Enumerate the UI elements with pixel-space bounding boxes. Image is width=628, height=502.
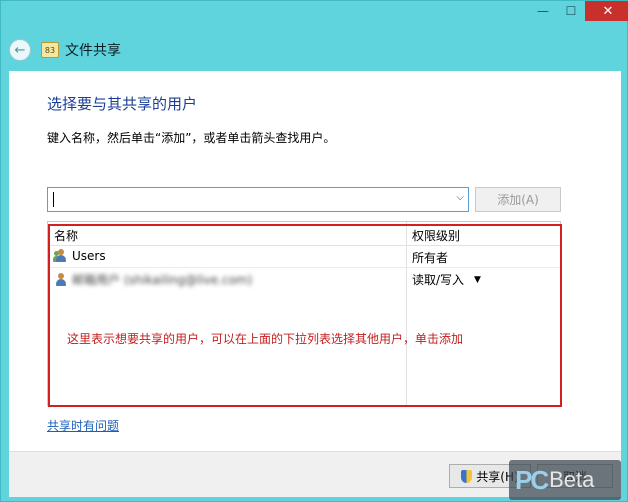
- window-controls: — ☐ ✕: [529, 1, 628, 21]
- text-cursor: [53, 192, 54, 207]
- watermark-pc: PC: [515, 464, 549, 495]
- annotation-highlight-box: [48, 224, 562, 407]
- uac-shield-icon: [461, 469, 473, 483]
- page-heading: 选择要与其共享的用户: [47, 95, 198, 113]
- file-sharing-icon: 83: [41, 42, 59, 58]
- pcbeta-watermark-logo: PC Beta: [509, 460, 621, 500]
- chevron-down-icon[interactable]: ⌵: [456, 192, 464, 203]
- close-button[interactable]: ✕: [585, 1, 628, 21]
- window-title: 文件共享: [65, 43, 121, 59]
- back-arrow-icon[interactable]: ←: [9, 39, 31, 61]
- minimize-button[interactable]: —: [529, 1, 557, 21]
- instruction-text: 键入名称，然后单击“添加”，或者单击箭头查找用户。: [47, 131, 336, 145]
- content-panel: 选择要与其共享的用户 键入名称，然后单击“添加”，或者单击箭头查找用户。 ⌵ 添…: [9, 71, 621, 451]
- add-button[interactable]: 添加(A): [475, 187, 561, 212]
- maximize-button[interactable]: ☐: [557, 1, 585, 21]
- user-name-combobox[interactable]: ⌵: [47, 187, 469, 212]
- window-header: ← 83 文件共享: [9, 37, 121, 63]
- watermark-beta: Beta: [549, 467, 595, 492]
- sharing-help-link[interactable]: 共享时有问题: [47, 417, 119, 434]
- file-sharing-window: — ☐ ✕ ← 83 文件共享 选择要与其共享的用户 键入名称，然后单击“添加”…: [0, 0, 628, 502]
- annotation-text: 这里表示想要共享的用户，可以在上面的下拉列表选择其他用户，单击添加: [67, 332, 464, 346]
